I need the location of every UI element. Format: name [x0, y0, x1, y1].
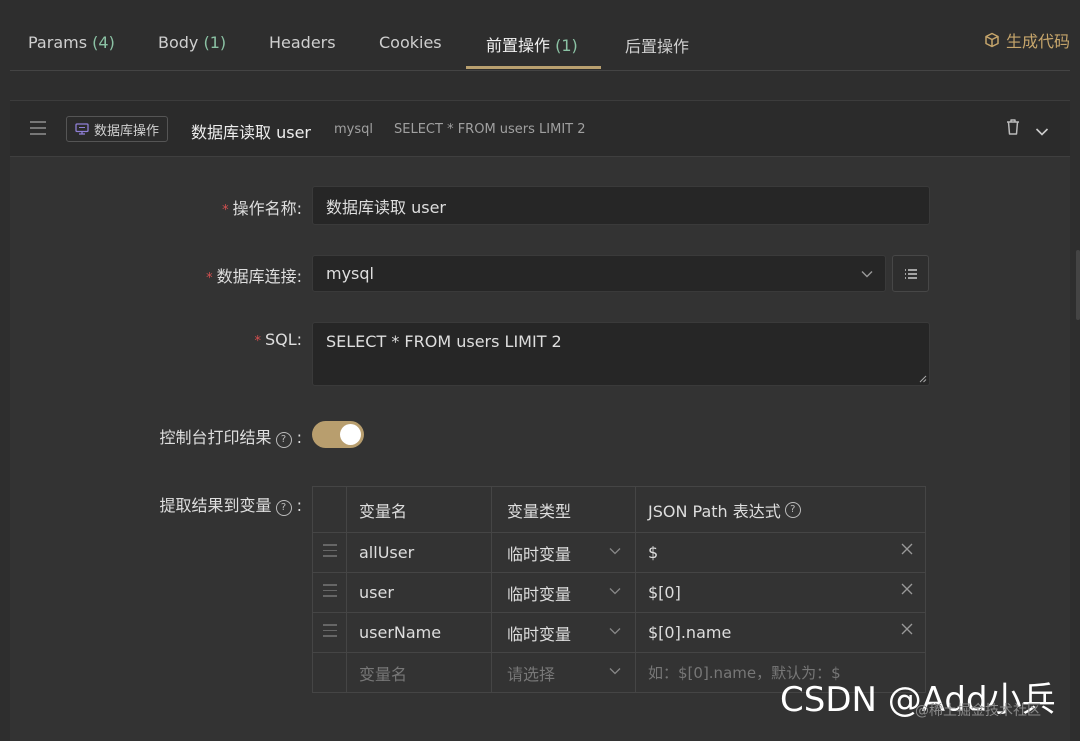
- watermark-small: @稀土掘金技术社区: [915, 703, 1041, 719]
- close-icon[interactable]: [901, 543, 913, 555]
- generate-code-button[interactable]: 生成代码: [984, 28, 1070, 52]
- table-row: user 临时变量 $[0]: [313, 573, 925, 613]
- monitor-icon: [75, 123, 89, 135]
- close-icon[interactable]: [901, 583, 913, 595]
- json-path-input[interactable]: $[0]: [636, 573, 925, 612]
- chevron-down-icon: [609, 628, 621, 635]
- db-connection-label: * 数据库连接:: [206, 267, 302, 286]
- chevron-down-icon: [609, 588, 621, 595]
- resize-handle-icon[interactable]: [919, 375, 927, 383]
- var-name-input[interactable]: allUser: [347, 533, 492, 572]
- var-type-select[interactable]: 临时变量: [492, 613, 636, 652]
- header-drag-cell: [313, 487, 347, 532]
- console-print-label: 控制台打印结果? :: [159, 428, 302, 448]
- cube-icon: [985, 32, 999, 48]
- console-print-toggle[interactable]: [312, 421, 364, 448]
- request-tabs: Params (4) Body (1) Headers Cookies 前置操作…: [10, 0, 1070, 71]
- db-connection-value: mysql: [326, 264, 374, 283]
- operation-header[interactable]: 数据库操作 数据库读取 user mysql SELECT * FROM use…: [10, 101, 1070, 157]
- list-icon: [904, 268, 917, 279]
- operation-sql-preview: SELECT * FROM users LIMIT 2: [394, 122, 586, 137]
- close-icon[interactable]: [901, 623, 913, 635]
- operation-type-label: 数据库操作: [94, 123, 160, 139]
- tab-body[interactable]: Body (1): [158, 33, 226, 52]
- help-icon[interactable]: ?: [275, 499, 292, 516]
- var-type-select[interactable]: 临时变量: [492, 533, 636, 572]
- active-tab-indicator: [466, 66, 601, 69]
- scrollbar[interactable]: [1076, 250, 1080, 320]
- chevron-down-icon[interactable]: [1035, 122, 1049, 141]
- name-label: * 操作名称:: [222, 199, 302, 218]
- help-icon[interactable]: ?: [275, 431, 292, 448]
- trash-icon[interactable]: [1005, 118, 1021, 140]
- toggle-knob: [340, 424, 361, 445]
- json-path-input[interactable]: $[0].name: [636, 613, 925, 652]
- help-icon[interactable]: ?: [784, 501, 801, 518]
- tab-cookies[interactable]: Cookies: [379, 33, 442, 52]
- var-name-input[interactable]: userName: [347, 613, 492, 652]
- sql-label: * SQL:: [254, 330, 302, 349]
- chevron-down-icon: [609, 548, 621, 555]
- table-row: userName 临时变量 $[0].name: [313, 613, 925, 653]
- new-var-name-input[interactable]: 变量名: [347, 653, 492, 692]
- variables-table: 变量名 变量类型 JSON Path 表达式? allUser 临时变量 $ u…: [312, 486, 926, 693]
- tab-headers[interactable]: Headers: [269, 33, 336, 52]
- extract-variables-label: 提取结果到变量? :: [159, 496, 302, 516]
- chevron-down-icon: [609, 668, 621, 675]
- var-name-input[interactable]: user: [347, 573, 492, 612]
- row-drag-icon[interactable]: [322, 584, 337, 601]
- operation-name-input[interactable]: 数据库读取 user: [312, 186, 930, 225]
- var-type-select[interactable]: 临时变量: [492, 573, 636, 612]
- db-connection-select[interactable]: mysql: [312, 255, 886, 292]
- drag-handle-icon[interactable]: [30, 121, 46, 139]
- tab-pre-operations[interactable]: 前置操作 (1): [486, 32, 578, 56]
- db-list-button[interactable]: [892, 255, 929, 292]
- sql-textarea[interactable]: SELECT * FROM users LIMIT 2: [312, 322, 930, 386]
- sql-value: SELECT * FROM users LIMIT 2: [326, 332, 562, 351]
- row-drag-icon[interactable]: [322, 544, 337, 561]
- header-json-path: JSON Path 表达式?: [636, 487, 925, 532]
- operation-db: mysql: [334, 122, 373, 137]
- table-header-row: 变量名 变量类型 JSON Path 表达式?: [313, 487, 925, 533]
- operation-panel: 数据库操作 数据库读取 user mysql SELECT * FROM use…: [10, 100, 1070, 741]
- header-var-name: 变量名: [347, 487, 492, 532]
- row-drag-icon[interactable]: [322, 624, 337, 641]
- operation-type-tag: 数据库操作: [66, 116, 169, 142]
- tab-params[interactable]: Params (4): [28, 33, 115, 52]
- new-var-type-select[interactable]: 请选择: [492, 653, 636, 692]
- generate-code-label: 生成代码: [1005, 32, 1070, 51]
- table-row: allUser 临时变量 $: [313, 533, 925, 573]
- operation-title: 数据库读取 user: [191, 123, 311, 142]
- json-path-input[interactable]: $: [636, 533, 925, 572]
- tab-post-operations[interactable]: 后置操作: [625, 33, 689, 57]
- header-var-type: 变量类型: [492, 487, 636, 532]
- chevron-down-icon: [861, 271, 873, 278]
